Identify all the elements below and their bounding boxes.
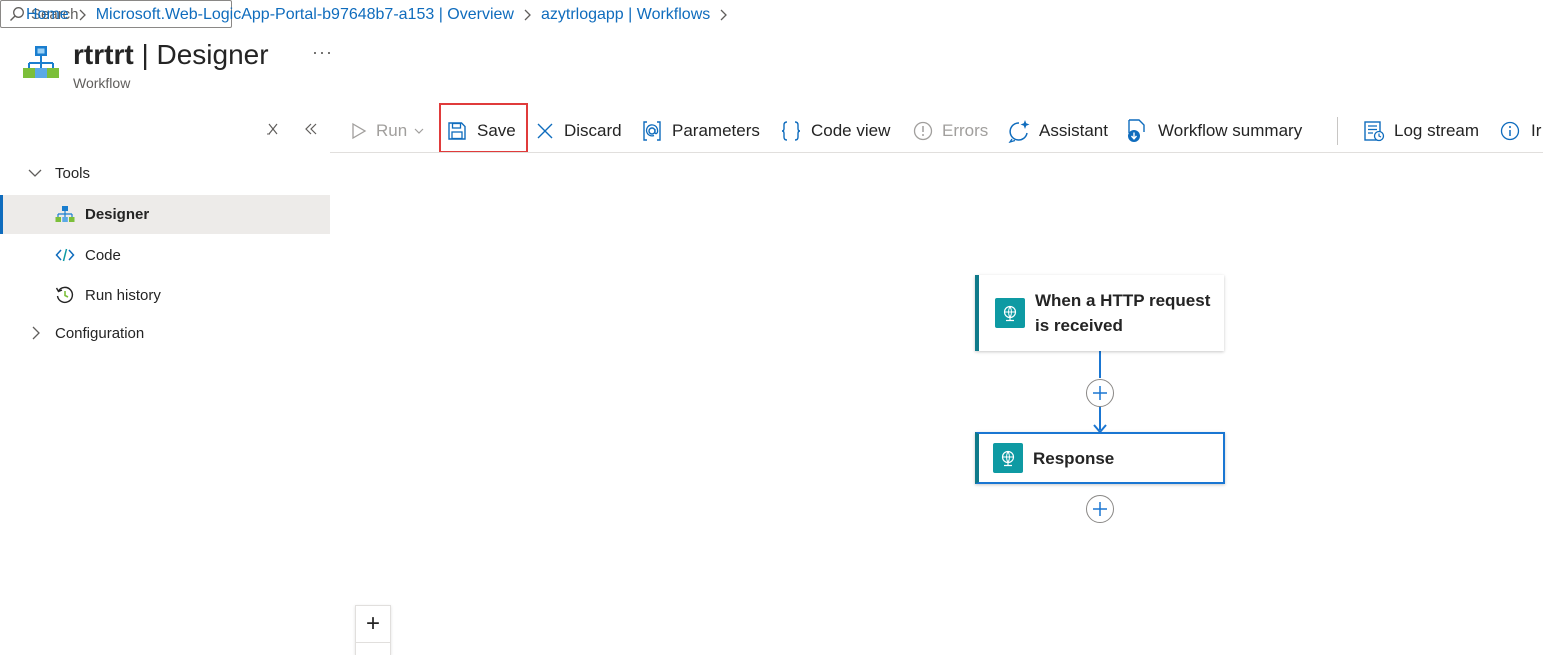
- workflow-name: rtrtrt: [73, 39, 134, 70]
- assistant-sparkle-icon: [1008, 120, 1030, 143]
- close-icon: [537, 123, 553, 139]
- parameters-icon: [643, 121, 661, 141]
- errors-button[interactable]: Errors: [913, 116, 988, 146]
- sidebar-item-run-history[interactable]: Run history: [0, 276, 330, 314]
- sidebar-group-label: Configuration: [55, 324, 145, 342]
- sidebar-group-tools[interactable]: Tools: [0, 154, 330, 192]
- play-icon: [352, 122, 367, 140]
- zoom-controls: +: [355, 605, 391, 655]
- trigger-card-http-request[interactable]: When a HTTP request is received: [975, 275, 1224, 351]
- log-stream-button[interactable]: Log stream: [1363, 116, 1479, 146]
- chevron-right-icon: [31, 326, 41, 340]
- breadcrumb-home-link[interactable]: Home: [26, 6, 69, 24]
- add-step-button[interactable]: [1086, 495, 1114, 523]
- breadcrumb: Home Microsoft.Web-LogicApp-Portal-b9764…: [26, 4, 737, 26]
- sidebar-group-label: Tools: [55, 164, 91, 182]
- http-request-icon: [995, 298, 1025, 328]
- code-icon: [55, 247, 75, 263]
- trigger-title-line2: is received: [1035, 316, 1123, 335]
- discard-button-label: Discard: [564, 121, 622, 140]
- chevron-right-icon: [523, 9, 531, 21]
- sidebar-item-label: Run history: [85, 286, 161, 304]
- sidebar-item-label: Code: [85, 246, 121, 264]
- page-title: rtrtrt | Designer: [73, 36, 269, 74]
- workflow-summary-icon: [1128, 119, 1145, 142]
- action-card-response[interactable]: Response: [975, 432, 1225, 484]
- plus-icon: [1093, 386, 1107, 400]
- trigger-title-line1: When a HTTP request: [1035, 291, 1211, 310]
- run-button[interactable]: Run: [350, 116, 424, 146]
- assistant-button[interactable]: Assistant: [1007, 116, 1108, 146]
- run-history-icon: [55, 285, 75, 305]
- more-options-button[interactable]: ···: [312, 42, 333, 63]
- error-circle-icon: [913, 121, 933, 141]
- zoom-in-button[interactable]: +: [356, 606, 390, 643]
- breadcrumb-workflows-link[interactable]: azytrlogapp | Workflows: [541, 6, 710, 24]
- collapse-sidebar-button[interactable]: [300, 118, 322, 140]
- log-stream-icon: [1364, 121, 1385, 142]
- parameters-button[interactable]: Parameters: [641, 116, 760, 146]
- log-stream-button-label: Log stream: [1394, 121, 1480, 140]
- run-button-label: Run: [376, 121, 408, 140]
- info-button-label: Ir: [1531, 121, 1542, 140]
- toolbar-divider: [1337, 117, 1338, 145]
- double-chevron-left-icon: [305, 123, 317, 135]
- sidebar-item-code[interactable]: Code: [0, 236, 330, 274]
- assistant-button-label: Assistant: [1039, 121, 1108, 140]
- designer-icon: [55, 205, 75, 225]
- info-icon: [1500, 121, 1520, 141]
- workflow-icon: [22, 45, 60, 83]
- insert-step-button[interactable]: [1086, 379, 1114, 407]
- info-button[interactable]: Ir: [1500, 116, 1541, 146]
- chevron-right-icon: [78, 9, 86, 21]
- save-icon: [448, 122, 466, 140]
- workflow-summary-button-label: Workflow summary: [1158, 121, 1303, 140]
- save-button[interactable]: Save: [447, 116, 516, 146]
- action-title: Response: [1033, 448, 1115, 468]
- code-view-button[interactable]: Code view: [780, 116, 890, 146]
- page-title-suffix: | Designer: [133, 39, 269, 70]
- save-button-label: Save: [477, 121, 516, 140]
- toolbar-bottom-border: [330, 152, 1543, 153]
- breadcrumb-logicapp-link[interactable]: Microsoft.Web-LogicApp-Portal-b97648b7-a…: [96, 6, 514, 24]
- clear-icon: [267, 123, 278, 135]
- parameters-button-label: Parameters: [672, 121, 760, 140]
- errors-button-label: Errors: [942, 121, 989, 140]
- sidebar-item-designer[interactable]: Designer: [0, 195, 330, 234]
- http-response-icon: [993, 443, 1023, 473]
- plus-icon: [1093, 502, 1107, 516]
- workflow-summary-button[interactable]: Workflow summary: [1126, 116, 1302, 146]
- clear-filter-button[interactable]: [262, 118, 284, 140]
- braces-icon: [781, 121, 801, 141]
- chevron-right-icon: [719, 9, 728, 21]
- search-icon: [9, 6, 25, 22]
- code-view-button-label: Code view: [811, 121, 891, 140]
- chevron-down-icon: [414, 128, 424, 134]
- sidebar-group-configuration[interactable]: Configuration: [0, 314, 330, 352]
- sidebar-item-label: Designer: [85, 206, 150, 223]
- discard-button[interactable]: Discard: [536, 116, 622, 146]
- page-subtitle: Workflow: [73, 75, 131, 91]
- chevron-down-icon: [28, 168, 42, 178]
